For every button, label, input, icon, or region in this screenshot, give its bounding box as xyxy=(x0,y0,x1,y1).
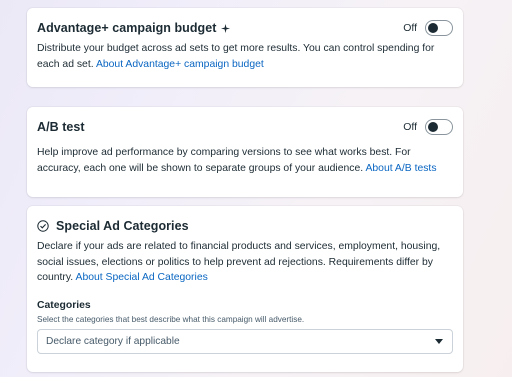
ab-test-toggle[interactable] xyxy=(425,119,453,135)
categories-select[interactable]: Declare category if applicable xyxy=(37,329,453,354)
about-special-ad-categories-link[interactable]: About Special Ad Categories xyxy=(76,272,208,283)
advantage-budget-title: Advantage+ campaign budget xyxy=(37,21,217,35)
categories-help-text: Select the categories that best describe… xyxy=(37,315,305,324)
ab-test-toggle-group: Off xyxy=(403,118,453,136)
advantage-budget-card: Advantage+ campaign budget Off Distribut… xyxy=(27,8,463,87)
special-ad-categories-title: Special Ad Categories xyxy=(56,219,189,233)
advantage-budget-header: Advantage+ campaign budget Off xyxy=(37,19,453,37)
advantage-budget-toggle[interactable] xyxy=(425,20,453,36)
categories-select-value: Declare category if applicable xyxy=(46,336,180,347)
special-ad-categories-header: Special Ad Categories xyxy=(37,217,453,235)
about-ab-tests-link[interactable]: About A/B tests xyxy=(365,163,436,174)
check-circle-icon xyxy=(37,220,49,232)
sparkle-icon xyxy=(221,23,231,33)
categories-label: Categories xyxy=(37,300,91,311)
special-ad-categories-card: Special Ad Categories Declare if your ad… xyxy=(27,206,463,372)
ab-test-description-block: Help improve ad performance by comparing… xyxy=(37,145,453,176)
advantage-budget-toggle-group: Off xyxy=(403,19,453,37)
advantage-budget-description-block: Distribute your budget across ad sets to… xyxy=(37,41,453,72)
ab-test-toggle-state: Off xyxy=(403,121,417,133)
advantage-budget-toggle-state: Off xyxy=(403,22,417,34)
toggle-knob xyxy=(428,23,438,33)
caret-down-icon xyxy=(435,339,443,344)
special-ad-categories-description-block: Declare if your ads are related to finan… xyxy=(37,239,453,286)
ab-test-title: A/B test xyxy=(37,120,85,134)
about-advantage-budget-link[interactable]: About Advantage+ campaign budget xyxy=(96,59,264,70)
toggle-knob xyxy=(428,122,438,132)
ab-test-card: A/B test Off Help improve ad performance… xyxy=(27,107,463,197)
ab-test-description: Help improve ad performance by comparing… xyxy=(37,147,411,174)
ab-test-header: A/B test Off xyxy=(37,118,453,136)
